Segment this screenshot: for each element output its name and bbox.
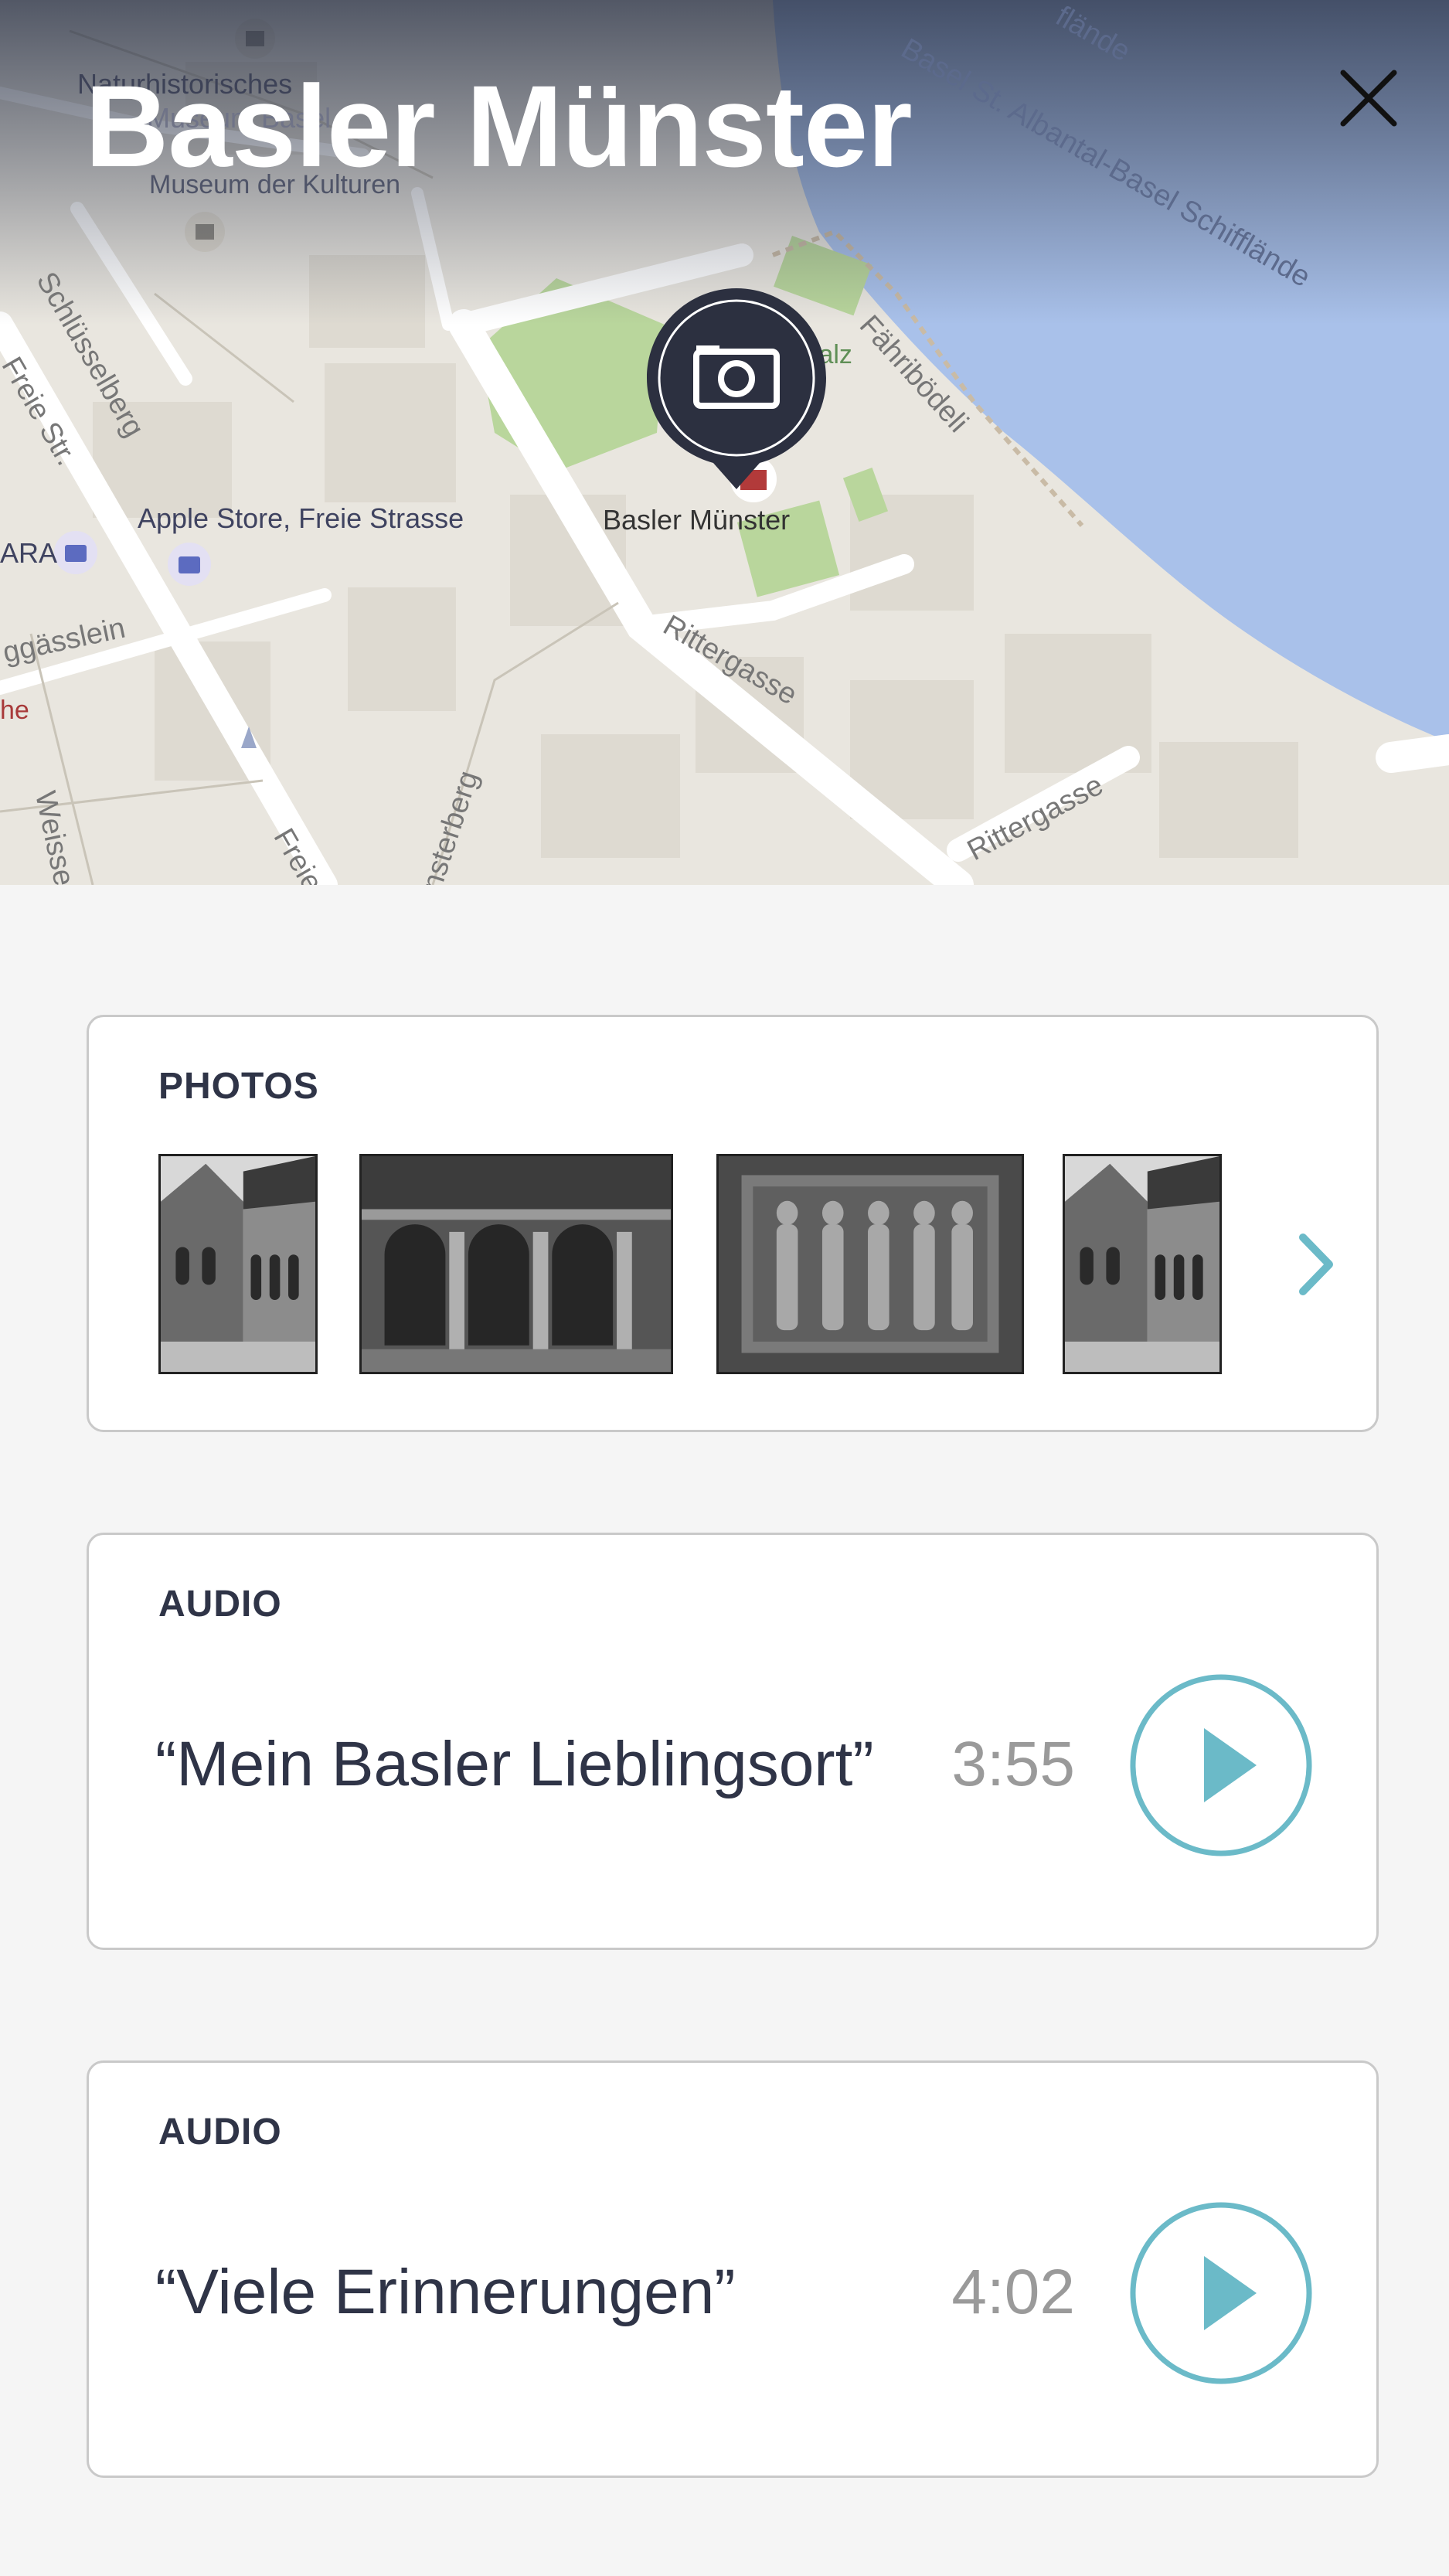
photo-relief-figures (719, 1156, 1022, 1372)
photo-arcade-columns (362, 1156, 671, 1372)
chevron-right-icon[interactable] (1289, 1230, 1343, 1299)
photos-heading: PHOTOS (158, 1066, 319, 1107)
play-button[interactable] (1128, 1673, 1314, 1858)
play-button[interactable] (1128, 2200, 1314, 2386)
map-label-apple-store: Apple Store, Freie Strasse (138, 502, 464, 534)
audio-duration: 3:55 (951, 1729, 1075, 1799)
camera-pin-icon[interactable] (647, 288, 826, 489)
audio-title: “Mein Basler Lieblingsort” (155, 1729, 874, 1799)
map-label-he: he (0, 696, 29, 725)
photo-thumbnail-4[interactable] (1063, 1154, 1222, 1374)
audio-duration: 4:02 (951, 2257, 1075, 2327)
audio-card-2: AUDIO “Viele Erinnerungen” 4:02 (87, 2060, 1379, 2478)
photo-thumbnail-1[interactable] (158, 1154, 318, 1374)
play-icon (1204, 1728, 1257, 1802)
photos-card: PHOTOS (87, 1015, 1379, 1432)
audio-heading: AUDIO (158, 2112, 282, 2152)
photo-thumbnail-3[interactable] (716, 1154, 1024, 1374)
map-pin-label: Basler Münster (603, 504, 791, 536)
map-label-zara: ARA (0, 537, 58, 569)
close-icon[interactable] (1334, 63, 1403, 133)
photo-church-facade (1065, 1156, 1219, 1372)
audio-heading: AUDIO (158, 1584, 282, 1625)
audio-title: “Viele Erinnerungen” (155, 2257, 736, 2327)
photo-thumbnail-2[interactable] (359, 1154, 673, 1374)
map-view[interactable]: Naturhistorisches Museum Basel Museum de… (0, 0, 1449, 885)
page-title: Basler Münster (85, 61, 913, 191)
play-icon (1204, 2256, 1257, 2330)
photo-church-facade (161, 1156, 315, 1372)
audio-card-1: AUDIO “Mein Basler Lieblingsort” 3:55 (87, 1533, 1379, 1950)
